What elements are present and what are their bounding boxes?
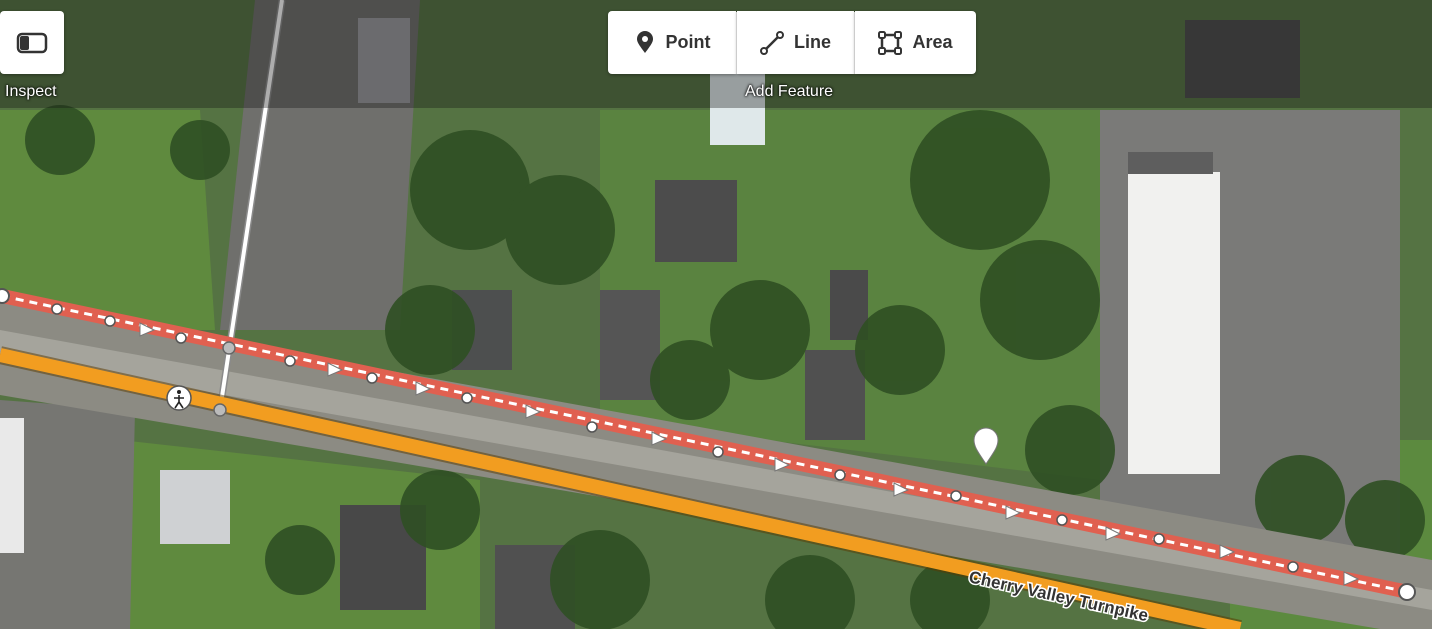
add-point-button[interactable]: Point bbox=[608, 11, 736, 74]
inspect-caption: Inspect bbox=[5, 83, 57, 100]
sidebar-toggle-icon bbox=[16, 32, 48, 53]
point-label: Point bbox=[665, 32, 711, 52]
inspect-button[interactable] bbox=[0, 11, 64, 74]
toolbar-divider bbox=[736, 12, 737, 74]
add-feature-caption: Add Feature bbox=[745, 83, 834, 100]
toolbar-divider bbox=[854, 12, 855, 74]
point-icon bbox=[636, 30, 653, 53]
line-label: Line bbox=[793, 32, 831, 52]
line-icon bbox=[759, 30, 784, 55]
area-icon bbox=[878, 30, 903, 55]
add-area-button[interactable]: Area bbox=[855, 11, 976, 74]
area-label: Area bbox=[912, 32, 953, 52]
pedestrian-crossing-icon[interactable] bbox=[166, 385, 192, 411]
add-line-button[interactable]: Line bbox=[737, 11, 854, 74]
